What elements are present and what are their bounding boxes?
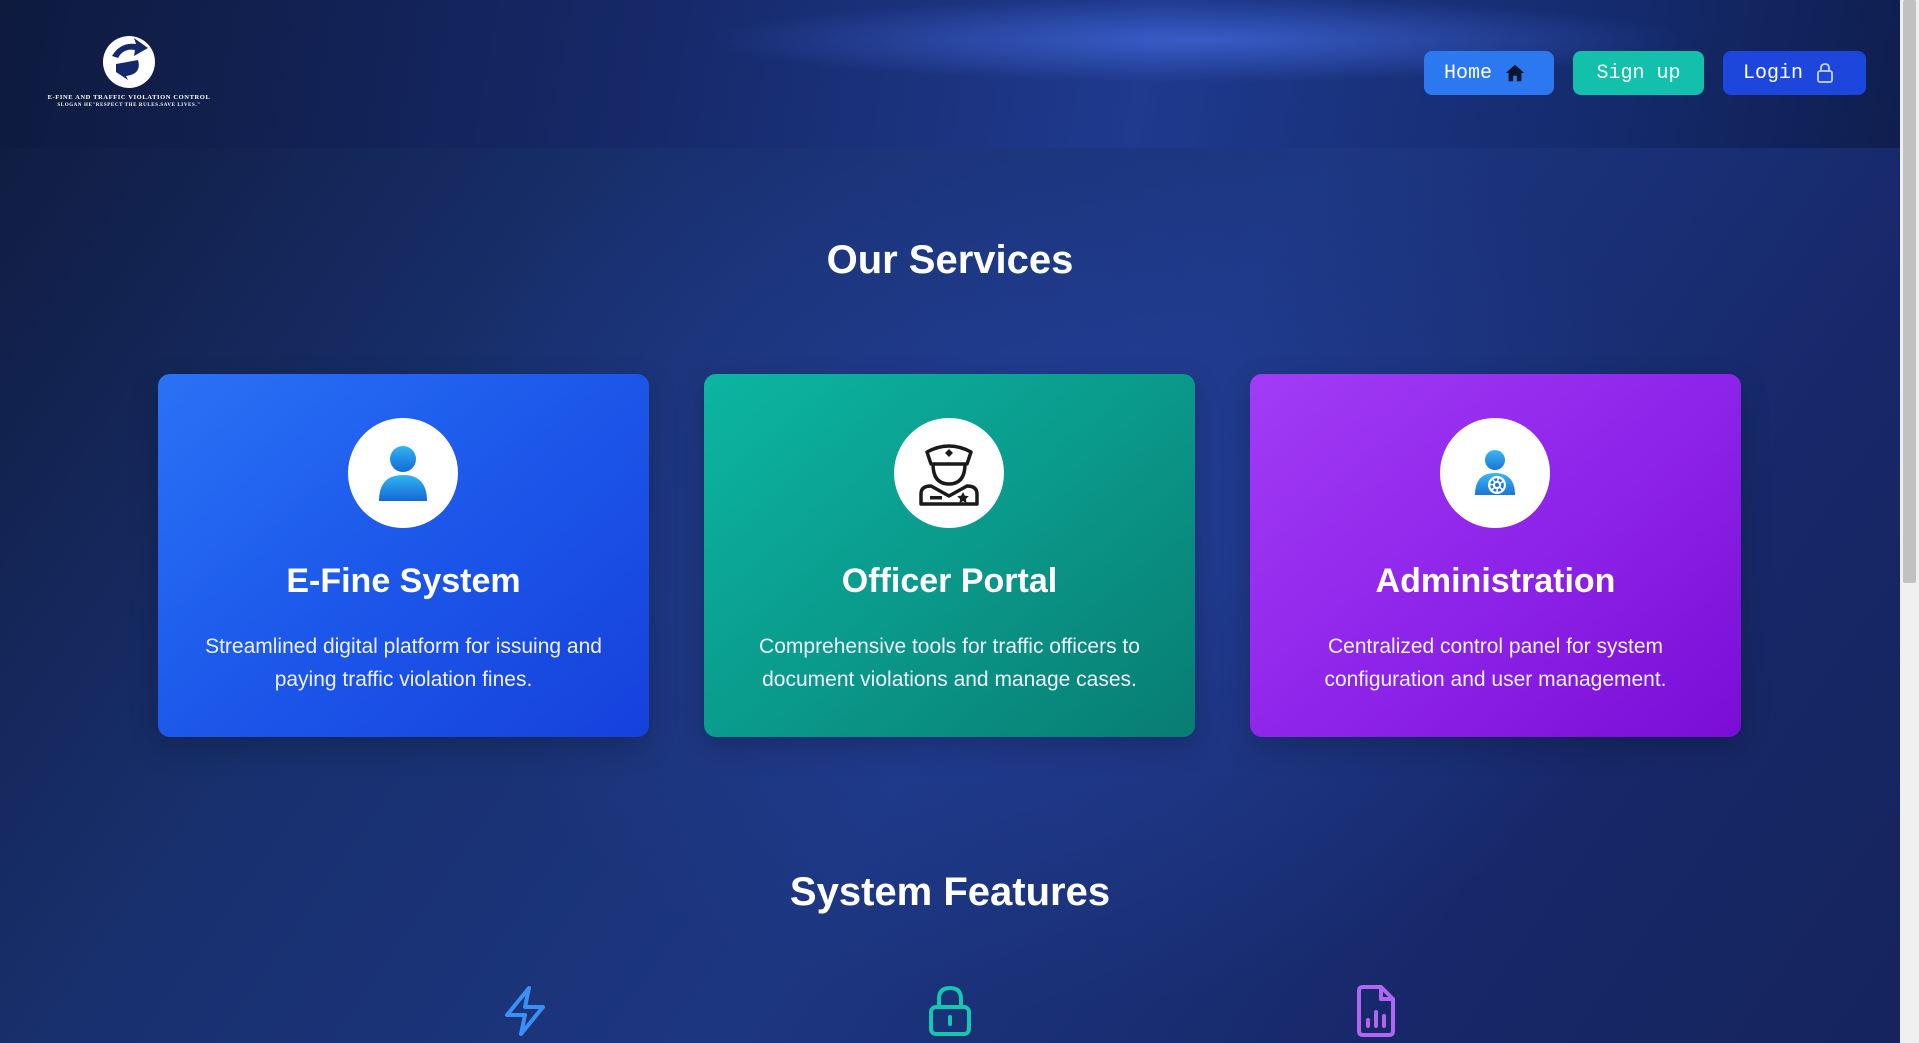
card-title: E-Fine System [286, 562, 521, 600]
logo-title: E-FINE AND TRAFFIC VIOLATION CONTROL [47, 94, 211, 101]
service-card-administration[interactable]: Administration Centralized control panel… [1250, 374, 1741, 737]
signup-button-label: Sign up [1596, 61, 1681, 85]
lock-icon [929, 985, 971, 1036]
top-nav: Home Sign up Login [1424, 51, 1866, 95]
home-icon [1505, 64, 1525, 82]
scrollbar-thumb[interactable] [1903, 0, 1916, 583]
card-title: Administration [1375, 562, 1616, 600]
services-title: Our Services [826, 238, 1074, 282]
login-button[interactable]: Login [1723, 51, 1866, 95]
service-card-officer[interactable]: Officer Portal Comprehensive tools for t… [704, 374, 1195, 737]
signup-button[interactable]: Sign up [1573, 51, 1704, 95]
card-title: Officer Portal [841, 562, 1058, 600]
service-card-efine[interactable]: E-Fine System Streamlined digital platfo… [158, 374, 649, 737]
logo-mark-icon [103, 36, 155, 88]
logo-slogan: SLOGAN HE"RESPECT THE RULES.SAVE LIVES." [57, 103, 201, 108]
police-officer-icon [919, 444, 979, 506]
page: E-FINE AND TRAFFIC VIOLATION CONTROL SLO… [0, 0, 1900, 1043]
vertical-scrollbar[interactable] [1900, 0, 1919, 1043]
card-icon-circle [1440, 418, 1550, 528]
lightning-icon [505, 986, 545, 1036]
lock-icon [1817, 63, 1833, 83]
home-button-label: Home [1444, 61, 1493, 85]
card-description: Streamlined digital platform for issuing… [205, 635, 602, 691]
features-title: System Features [789, 870, 1111, 914]
login-button-label: Login [1743, 61, 1804, 85]
card-icon-circle [348, 418, 458, 528]
logo[interactable]: E-FINE AND TRAFFIC VIOLATION CONTROL SLO… [36, 34, 222, 120]
home-button[interactable]: Home [1424, 51, 1554, 95]
card-icon-circle [894, 418, 1004, 528]
services-cards: E-Fine System Streamlined digital platfo… [158, 374, 1741, 737]
card-description: Comprehensive tools for traffic officers… [759, 635, 1140, 691]
admin-gear-icon [1475, 450, 1515, 495]
report-document-icon [1357, 985, 1395, 1037]
header: E-FINE AND TRAFFIC VIOLATION CONTROL SLO… [0, 0, 1900, 148]
card-description: Centralized control panel for system con… [1324, 635, 1667, 691]
user-icon [379, 446, 427, 501]
